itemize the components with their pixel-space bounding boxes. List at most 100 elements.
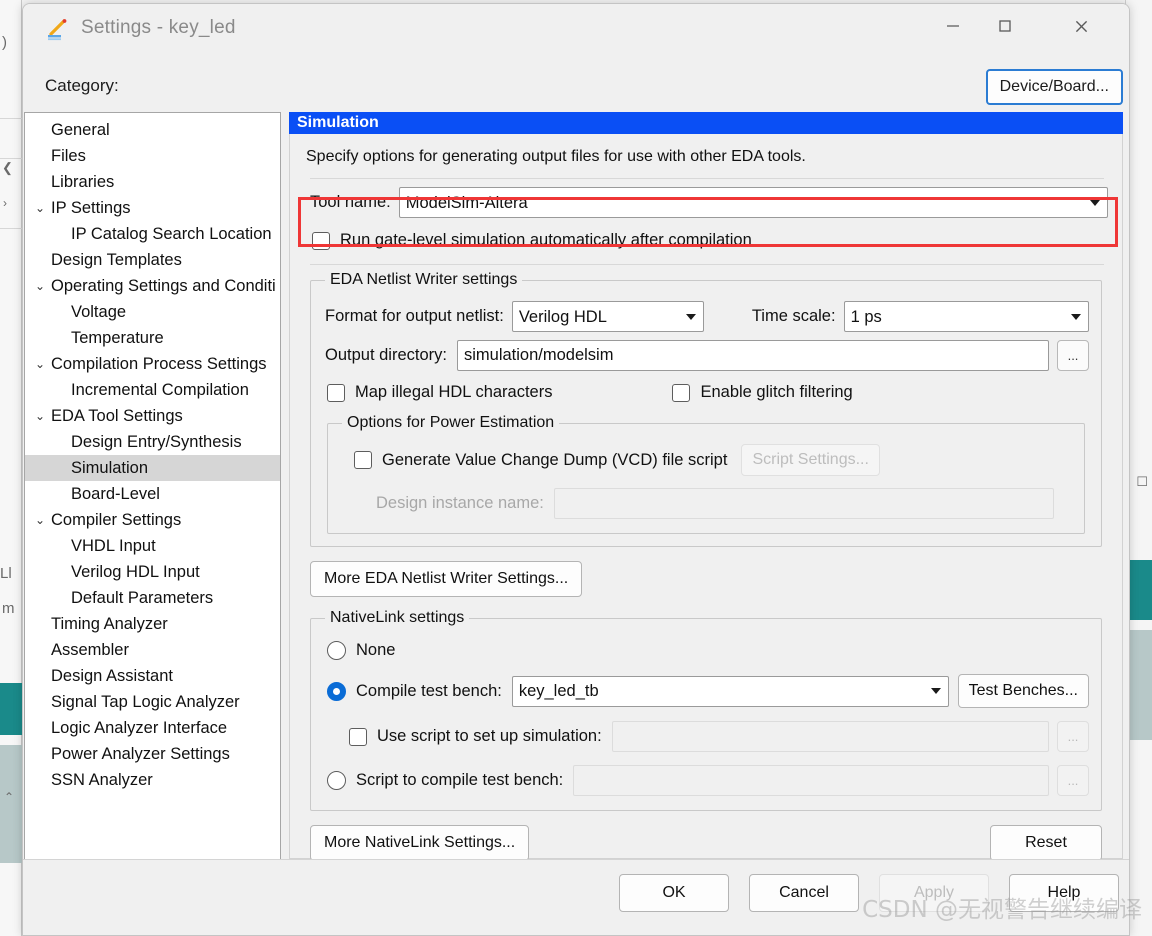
background-divider [0, 228, 22, 229]
settings-dialog: Settings - key_led Category: Device/Boar… [22, 3, 1130, 936]
tree-item-compiler-settings[interactable]: ⌄ Compiler Settings [25, 507, 280, 533]
tool-name-select[interactable]: ModelSim-AlteraModelSimQuestaSimVCSNCSim… [398, 187, 1108, 218]
format-output-netlist-label: Format for output netlist: [325, 307, 504, 325]
script-settings-button[interactable]: Script Settings... [741, 444, 880, 476]
nativelink-footer-row: More NativeLink Settings... Reset [310, 825, 1102, 861]
tree-item-temperature[interactable]: ⌄Temperature [25, 325, 280, 351]
window-title: Settings - key_led [81, 17, 236, 38]
nativelink-none-radio[interactable] [327, 641, 346, 660]
tree-item-timing-analyzer[interactable]: ⌄Timing Analyzer [25, 611, 280, 637]
design-instance-name-label: Design instance name: [376, 494, 544, 512]
help-button[interactable]: Help [1009, 874, 1119, 912]
chevron-down-icon[interactable]: ⌄ [29, 513, 51, 527]
close-button[interactable] [1055, 4, 1107, 48]
tree-item-vhdl-input[interactable]: ⌄VHDL Input [25, 533, 280, 559]
output-directory-input[interactable] [456, 340, 1049, 371]
tree-item-label: Libraries [51, 172, 115, 191]
use-script-checkbox[interactable] [349, 727, 367, 746]
time-scale-select[interactable]: 1 ps10 ps100 ps1 ns10 ns100 ns1 us [843, 301, 1089, 332]
script-to-compile-radio[interactable] [327, 771, 346, 790]
device-board-button[interactable]: Device/Board... [985, 69, 1123, 105]
enable-glitch-filtering-checkbox[interactable] [672, 383, 691, 402]
run-gate-level-row[interactable]: Run gate-level simulation automatically … [312, 231, 1108, 250]
tree-item-verilog-hdl-input[interactable]: ⌄Verilog HDL Input [25, 559, 280, 585]
chevron-down-icon[interactable]: ⌄ [29, 201, 51, 215]
background-glyph: Ll [0, 565, 12, 582]
tree-item-default-parameters[interactable]: ⌄Default Parameters [25, 585, 280, 611]
tree-item-incremental-compilation[interactable]: ⌄Incremental Compilation [25, 377, 280, 403]
use-script-browse-button[interactable]: ... [1057, 721, 1089, 752]
script-to-compile-browse-button[interactable]: ... [1057, 765, 1089, 796]
format-output-netlist-select[interactable]: Verilog HDLVHDLSystemVerilog HDLNone [511, 301, 704, 332]
tree-item-operating-settings-and-conditions[interactable]: ⌄Operating Settings and Conditions [25, 273, 280, 299]
tree-item-label: Assembler [51, 640, 129, 659]
ok-button[interactable]: OK [619, 874, 729, 912]
apply-button: Apply [879, 874, 989, 912]
background-glyph: ) [2, 34, 7, 51]
tree-item-signal-tap-logic-analyzer[interactable]: ⌄Signal Tap Logic Analyzer [25, 689, 280, 715]
more-nativelink-settings-button[interactable]: More NativeLink Settings... [310, 825, 530, 861]
background-glyph: › [3, 196, 7, 210]
chevron-down-icon[interactable]: ⌄ [29, 279, 51, 293]
chevron-down-icon[interactable]: ⌄ [29, 409, 51, 423]
power-estimation-legend: Options for Power Estimation [347, 414, 555, 431]
tree-item-design-assistant[interactable]: ⌄Design Assistant [25, 663, 280, 689]
tree-item-label: IP Settings [51, 198, 131, 217]
generate-vcd-label: Generate Value Change Dump (VCD) file sc… [382, 450, 728, 469]
tree-item-label: Timing Analyzer [51, 614, 168, 633]
minimize-button[interactable] [927, 4, 979, 48]
compile-test-bench-radio[interactable] [327, 681, 346, 701]
tree-item-label: Signal Tap Logic Analyzer [51, 692, 240, 711]
tree-item-ssn-analyzer[interactable]: ⌄SSN Analyzer [25, 767, 280, 793]
output-directory-label: Output directory: [325, 346, 447, 364]
design-instance-name-input[interactable] [553, 488, 1054, 519]
map-illegal-hdl-label: Map illegal HDL characters [355, 383, 553, 401]
tree-item-assembler[interactable]: ⌄Assembler [25, 637, 280, 663]
panel-body: Specify options for generating output fi… [289, 134, 1123, 861]
nativelink-none-row[interactable]: None [327, 641, 1089, 660]
tree-item-general[interactable]: ⌄General [25, 117, 280, 143]
tree-item-design-entry-synthesis[interactable]: ⌄Design Entry/Synthesis [25, 429, 280, 455]
cancel-button[interactable]: Cancel [749, 874, 859, 912]
format-timescale-row: Format for output netlist: Verilog HDLVH… [325, 301, 1089, 332]
tree-item-ip-catalog-search-location[interactable]: ⌄IP Catalog Search Location [25, 221, 280, 247]
background-teal-block [0, 683, 22, 735]
tree-item-design-templates[interactable]: ⌄Design Templates [25, 247, 280, 273]
reset-button[interactable]: Reset [990, 825, 1102, 861]
script-to-compile-input[interactable] [573, 765, 1049, 796]
run-gate-level-checkbox[interactable] [312, 231, 330, 250]
output-directory-row: Output directory: ... [325, 340, 1089, 371]
more-eda-netlist-writer-settings-button[interactable]: More EDA Netlist Writer Settings... [310, 561, 583, 597]
eda-netlist-writer-legend: EDA Netlist Writer settings [330, 271, 518, 288]
tree-item-label: VHDL Input [71, 536, 156, 555]
category-tree[interactable]: ⌄General⌄Files⌄Libraries⌄IP Settings⌄IP … [25, 117, 280, 886]
tree-item-compilation-process-settings[interactable]: ⌄ Compilation Process Settings [25, 351, 280, 377]
title-bar: Settings - key_led [23, 4, 1129, 56]
background-glyph: m [2, 600, 15, 617]
tree-item-label: SSN Analyzer [51, 770, 153, 789]
background-glyph: ❮ [2, 160, 13, 175]
tree-item-libraries[interactable]: ⌄Libraries [25, 169, 280, 195]
tree-item-power-analyzer-settings[interactable]: ⌄Power Analyzer Settings [25, 741, 280, 767]
compile-test-bench-label: Compile test bench: [356, 681, 502, 700]
use-script-input[interactable] [611, 721, 1049, 752]
tree-item-voltage[interactable]: ⌄Voltage [25, 299, 280, 325]
tree-item-board-level[interactable]: ⌄Board-Level [25, 481, 280, 507]
divider [310, 178, 1104, 179]
test-benches-button[interactable]: Test Benches... [957, 674, 1089, 708]
compile-test-bench-select[interactable]: key_led_tb [511, 675, 949, 707]
tree-item-logic-analyzer-interface[interactable]: ⌄Logic Analyzer Interface [25, 715, 280, 741]
tree-item-simulation[interactable]: ⌄Simulation [25, 455, 280, 481]
generate-vcd-checkbox[interactable] [354, 451, 372, 469]
tree-item-files[interactable]: ⌄Files [25, 143, 280, 169]
map-illegal-hdl-checkbox[interactable] [327, 383, 345, 402]
tool-name-label: Tool name: [310, 193, 391, 211]
tree-item-ip-settings[interactable]: ⌄ IP Settings [25, 195, 280, 221]
tree-item-eda-tool-settings[interactable]: ⌄ EDA Tool Settings [25, 403, 280, 429]
chevron-down-icon[interactable]: ⌄ [29, 357, 51, 371]
tree-item-label: Design Entry/Synthesis [71, 432, 242, 451]
tree-item-label: Operating Settings and Conditions [51, 276, 276, 295]
tree-item-label: Files [51, 146, 86, 165]
maximize-button[interactable] [979, 4, 1031, 48]
output-directory-browse-button[interactable]: ... [1057, 340, 1089, 371]
